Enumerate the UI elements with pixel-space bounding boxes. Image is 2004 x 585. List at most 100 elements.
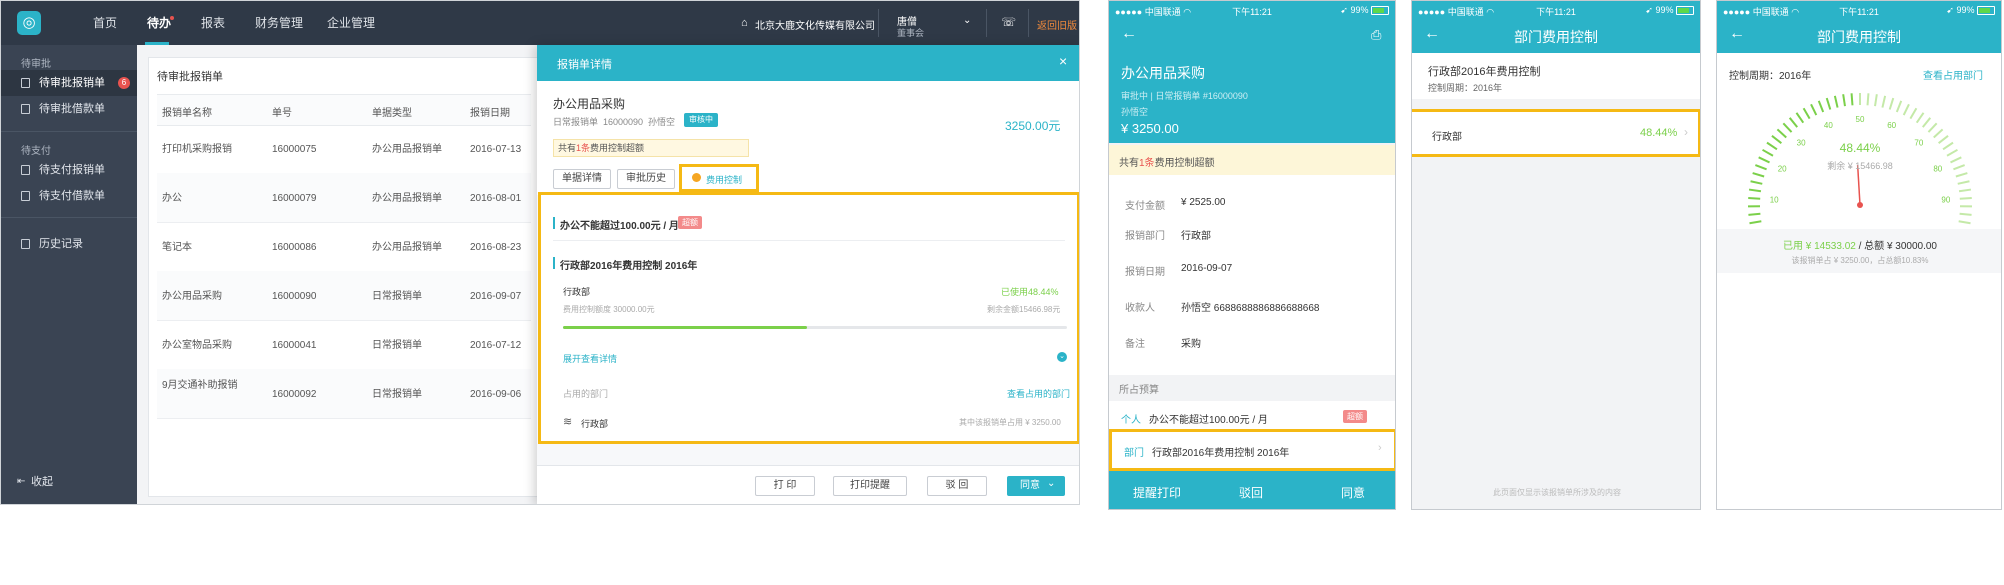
view-occupied-dept-link[interactable]: 查看占用的部门 bbox=[1007, 387, 1070, 400]
gauge-tick-label: 60 bbox=[1887, 121, 1896, 130]
status-bar: ●●●●● 中国联通 ◠ 下午11:21 ➹ 99% bbox=[1717, 1, 2001, 21]
user-role: 董事会 bbox=[897, 28, 925, 38]
remaining-amount: 剩余金额15466.98元 bbox=[987, 305, 1061, 314]
divider bbox=[1, 217, 137, 218]
phone-person: 孙悟空 bbox=[1121, 107, 1149, 117]
headset-icon[interactable]: ☏ bbox=[1001, 15, 1016, 29]
sidebar-collapse-button[interactable]: ⇤ 收起 bbox=[1, 469, 137, 495]
reject-button[interactable]: 驳回 bbox=[1239, 484, 1263, 501]
detail-header-title: 报销单详情 bbox=[557, 59, 612, 71]
tab-expense-control[interactable]: 费用控制 bbox=[679, 164, 759, 192]
list-title: 待审批报销单 bbox=[157, 71, 223, 83]
nav-finance[interactable]: 财务管理 bbox=[255, 1, 303, 45]
gauge-tick bbox=[1748, 188, 1762, 193]
sidebar-item-history[interactable]: 历史记录 bbox=[1, 231, 137, 257]
chevron-down-icon[interactable]: ⌄ bbox=[963, 15, 971, 26]
gauge-tick bbox=[1881, 95, 1887, 108]
table-cell: 16000092 bbox=[272, 389, 317, 400]
divider bbox=[878, 9, 879, 37]
gauge-tick bbox=[1895, 100, 1903, 113]
chevron-down-icon[interactable]: ⌄ bbox=[1057, 352, 1067, 362]
nav-active-indicator bbox=[145, 42, 169, 45]
app-logo-icon[interactable]: ◎ bbox=[17, 11, 41, 35]
battery-percent: 99% bbox=[1956, 5, 1975, 15]
sidebar-item-pending-expense[interactable]: 待审批报销单 6 bbox=[1, 70, 137, 96]
gauge-tick-label: 90 bbox=[1941, 196, 1950, 205]
table-cell: 2016-08-23 bbox=[470, 242, 522, 253]
budget-dept-row[interactable]: 部门 行政部2016年费用控制 2016年 › bbox=[1109, 429, 1395, 471]
phone-dept-control-list: ●●●●● 中国联通 ◠ 下午11:21 ➹ 99% ← 部门费用控制 行政部2… bbox=[1411, 0, 1701, 510]
over-limit-badge: 超额 bbox=[1343, 410, 1367, 423]
gauge-tick bbox=[1958, 188, 1972, 193]
table-cell: 2016-09-07 bbox=[470, 291, 522, 302]
expand-details-link[interactable]: 展开查看详情 bbox=[563, 352, 617, 365]
print-button[interactable]: 打 印 bbox=[755, 476, 815, 496]
column-header: 报销日期 bbox=[470, 108, 510, 119]
pending-expense-list: 待审批报销单 报销单名称 单号 单据类型 报销日期 打印机采购报销 1600007… bbox=[148, 57, 538, 497]
sidebar-item-pay-expense[interactable]: 待支付报销单 bbox=[1, 157, 137, 183]
table-row[interactable]: 9月交通补助报销 16000092 日常报销单 2016-09-06 bbox=[157, 369, 531, 419]
document-icon bbox=[21, 191, 30, 201]
gauge-tick bbox=[1959, 212, 1972, 216]
printer-icon[interactable]: ⎙ bbox=[1371, 27, 1381, 43]
tab-document-details[interactable]: 单据详情 bbox=[553, 169, 611, 189]
table-row[interactable]: 办公室物品采购 16000041 日常报销单 2016-07-12 bbox=[157, 320, 531, 370]
gauge-tick bbox=[1874, 94, 1878, 107]
approve-button[interactable]: 同意 ⌄ bbox=[1007, 476, 1065, 496]
warning-count: 1条 bbox=[576, 143, 591, 153]
budget-personal-row[interactable]: 个人 办公不能超过100.00元 / 月 超额 bbox=[1109, 401, 1395, 432]
sidebar-item-pay-loan[interactable]: 待支付借款单 bbox=[1, 183, 137, 209]
company-name[interactable]: 北京大鹿文化传媒有限公司 bbox=[755, 17, 875, 32]
sidebar-item-label: 待审批借款单 bbox=[39, 103, 105, 115]
table-row[interactable]: 办公用品采购 16000090 日常报销单 2016-09-07 bbox=[157, 271, 531, 321]
gauge-tick bbox=[1795, 112, 1805, 124]
dept-usage-row[interactable]: 行政部 48.44% › bbox=[1412, 109, 1700, 157]
gauge-tick-label: 40 bbox=[1824, 121, 1833, 130]
table-row[interactable]: 办公 16000079 办公用品报销单 2016-08-01 bbox=[157, 173, 531, 223]
divider bbox=[553, 240, 1065, 241]
table-header: 报销单名称 单号 单据类型 报销日期 bbox=[157, 94, 531, 126]
print-reminder-button[interactable]: 提醒打印 bbox=[1133, 484, 1181, 501]
location-icon: ➹ bbox=[1946, 5, 1954, 15]
table-cell: 16000086 bbox=[272, 242, 317, 253]
dept-name: 行政部 bbox=[563, 287, 591, 297]
expense-control-section: 办公不能超过100.00元 / 月 超额 行政部2016年费用控制 2016年 … bbox=[538, 192, 1079, 444]
section-marker bbox=[553, 217, 555, 229]
gauge-tick bbox=[1776, 128, 1787, 139]
gauge-tick bbox=[1927, 122, 1938, 133]
approve-button[interactable]: 同意 bbox=[1341, 484, 1365, 501]
close-icon[interactable]: × bbox=[1059, 53, 1067, 69]
return-old-version-link[interactable]: 返回旧版 bbox=[1037, 17, 1077, 32]
tab-approval-history[interactable]: 审批历史 bbox=[617, 169, 675, 189]
warning-text: 共有 bbox=[1119, 158, 1139, 169]
phone-dept-gauge: ●●●●● 中国联通 ◠ 下午11:21 ➹ 99% ← 部门费用控制 控制周期… bbox=[1716, 0, 2002, 510]
gauge-tick bbox=[1959, 196, 1972, 200]
print-reminder-button[interactable]: 打印提醒 bbox=[833, 476, 907, 496]
nav-reports[interactable]: 报表 bbox=[201, 1, 225, 45]
layers-icon: ≋ bbox=[563, 416, 573, 428]
warning-text: 费用控制超额 bbox=[590, 143, 645, 153]
sidebar-item-label: 待支付借款单 bbox=[39, 190, 105, 202]
sidebar-item-pending-loan[interactable]: 待审批借款单 bbox=[1, 96, 137, 122]
table-row[interactable]: 笔记本 16000086 办公用品报销单 2016-08-23 bbox=[157, 222, 531, 272]
nav-todo[interactable]: 待办 bbox=[147, 1, 171, 45]
nav-home[interactable]: 首页 bbox=[93, 1, 117, 45]
gauge-tick bbox=[1902, 103, 1910, 116]
nav-enterprise[interactable]: 企业管理 bbox=[327, 1, 375, 45]
nav-title: 部门费用控制 bbox=[1514, 29, 1598, 45]
detail-footer: 打 印 打印提醒 驳 回 同意 ⌄ bbox=[537, 465, 1079, 504]
top-nav-bar: ◎ 首页 待办 报表 财务管理 企业管理 ⌂ 北京大鹿文化传媒有限公司 唐僧 董… bbox=[1, 1, 1079, 45]
detail-amount: 3250.00元 bbox=[1005, 119, 1061, 133]
control-limit: 费用控制额度 30000.00元 bbox=[563, 305, 655, 314]
gauge-tick bbox=[1921, 117, 1932, 128]
phone-meta: 审批中 | 日常报销单 #16000090 bbox=[1121, 91, 1248, 101]
reject-button[interactable]: 驳 回 bbox=[927, 476, 987, 496]
view-occupied-dept-link[interactable]: 查看占用部门 bbox=[1923, 67, 1983, 82]
footer-note: 此页面仅显示该报销单所涉及的内容 bbox=[1493, 488, 1621, 497]
usage-gauge: 0102030405060708090100 bbox=[1747, 93, 1973, 225]
back-arrow-icon[interactable]: ← bbox=[1121, 25, 1137, 43]
table-row[interactable]: 打印机采购报销 16000075 办公用品报销单 2016-07-13 bbox=[157, 124, 531, 174]
dept-rule: 行政部2016年费用控制 2016年 bbox=[560, 261, 698, 272]
table-cell: 16000090 bbox=[272, 291, 317, 302]
field-value: 采购 bbox=[1181, 339, 1201, 350]
